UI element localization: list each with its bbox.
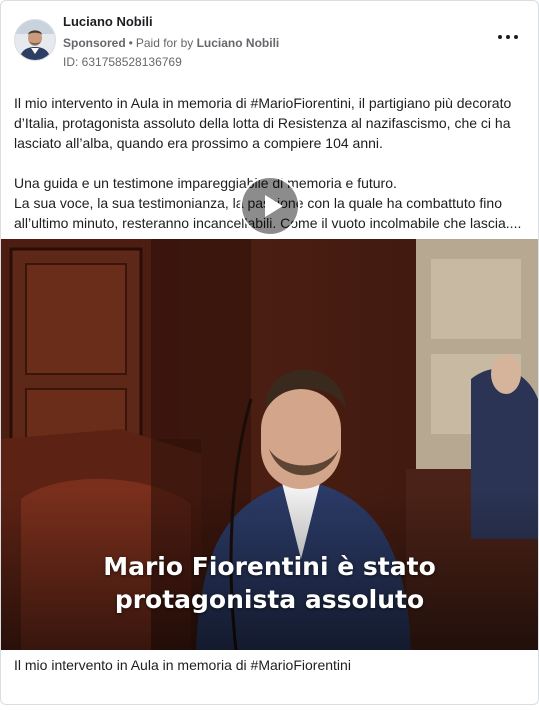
body-line: Il mio intervento in Aula in memoria di …: [14, 95, 512, 111]
paid-for-prefix: Paid for by: [135, 36, 194, 50]
play-icon[interactable]: [240, 176, 300, 236]
sponsorship-info: Sponsored • Paid for by Luciano Nobili: [63, 36, 279, 50]
dot-icon: [506, 35, 510, 39]
body-line: d’Italia, protagonista assoluto della lo…: [14, 115, 511, 131]
ad-header: Luciano Nobili Sponsored • Paid for by Luc…: [1, 1, 538, 77]
overlay-line: protagonista assoluto: [114, 585, 425, 614]
advertiser-avatar[interactable]: [14, 19, 56, 61]
overlay-line: Mario Fiorentini è stato: [103, 552, 436, 581]
body-line: lasciato all’alba, quando era prossimo a…: [14, 135, 383, 151]
paid-for-name[interactable]: Luciano Nobili: [197, 36, 280, 50]
video-caption: Il mio intervento in Aula in memoria di …: [14, 657, 351, 673]
advertiser-name[interactable]: Luciano Nobili: [63, 14, 153, 29]
ad-id: ID: 631758528136769: [63, 55, 182, 69]
separator-dot: •: [128, 36, 133, 50]
dot-icon: [514, 35, 518, 39]
ad-card: Luciano Nobili Sponsored • Paid for by Luc…: [0, 0, 539, 705]
video-overlay-caption: Mario Fiorentini è stato protagonista as…: [1, 550, 538, 616]
sponsored-label: Sponsored: [63, 36, 126, 50]
video-player[interactable]: Mario Fiorentini è stato protagonista as…: [1, 239, 538, 650]
more-horizontal-icon[interactable]: [498, 31, 518, 43]
dot-icon: [498, 35, 502, 39]
